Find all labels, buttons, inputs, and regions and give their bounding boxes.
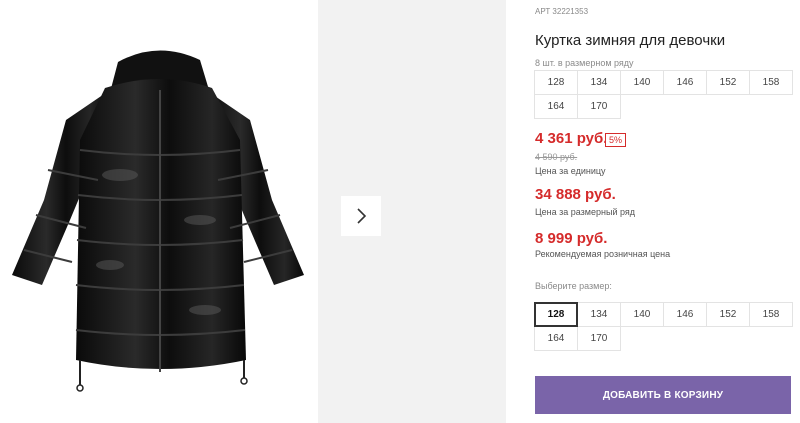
old-price: 4 590 руб.	[535, 152, 578, 162]
series-price: 34 888 руб.	[535, 186, 616, 203]
product-title: Куртка зимняя для девочки	[535, 32, 726, 49]
series-size-cell: 164	[534, 94, 578, 119]
size-option[interactable]: 134	[577, 302, 621, 327]
product-info-panel: АРТ 32221353 Куртка зимняя для девочки 8…	[534, 0, 800, 423]
series-size-cell: 158	[749, 70, 793, 95]
size-option[interactable]: 146	[663, 302, 707, 327]
size-option[interactable]: 152	[706, 302, 750, 327]
product-sku: АРТ 32221353	[535, 7, 589, 16]
discount-badge: 5%	[605, 133, 627, 147]
series-size-grid: 128 134 140 146 152 158 164 170	[534, 70, 793, 119]
series-price-note: Цена за размерный ряд	[535, 207, 636, 217]
size-option[interactable]: 158	[749, 302, 793, 327]
jacket-image	[12, 50, 304, 392]
unit-price-note: Цена за единицу	[535, 166, 606, 176]
add-to-cart-button[interactable]: ДОБАВИТЬ В КОРЗИНУ	[535, 376, 791, 414]
series-size-cell: 134	[577, 70, 621, 95]
retail-price: 8 999 руб.	[535, 230, 608, 247]
size-option[interactable]: 170	[577, 326, 621, 351]
size-select-grid: 128 134 140 146 152 158 164 170	[534, 302, 793, 351]
product-image[interactable]	[0, 0, 318, 423]
retail-price-note: Рекомендуемая розничная цена	[535, 249, 671, 259]
unit-price: 4 361 руб.	[535, 130, 608, 147]
series-size-cell: 128	[534, 70, 578, 95]
series-count-note: 8 шт. в размерном ряду	[535, 58, 634, 68]
size-option[interactable]: 140	[620, 302, 664, 327]
size-select-label: Выберите размер:	[535, 281, 612, 291]
series-size-cell: 170	[577, 94, 621, 119]
gallery-next-button[interactable]	[341, 196, 381, 236]
series-size-cell: 152	[706, 70, 750, 95]
series-size-cell: 140	[620, 70, 664, 95]
chevron-right-icon	[357, 208, 367, 224]
size-option-selected[interactable]: 128	[534, 302, 578, 327]
series-size-cell: 146	[663, 70, 707, 95]
size-option[interactable]: 164	[534, 326, 578, 351]
